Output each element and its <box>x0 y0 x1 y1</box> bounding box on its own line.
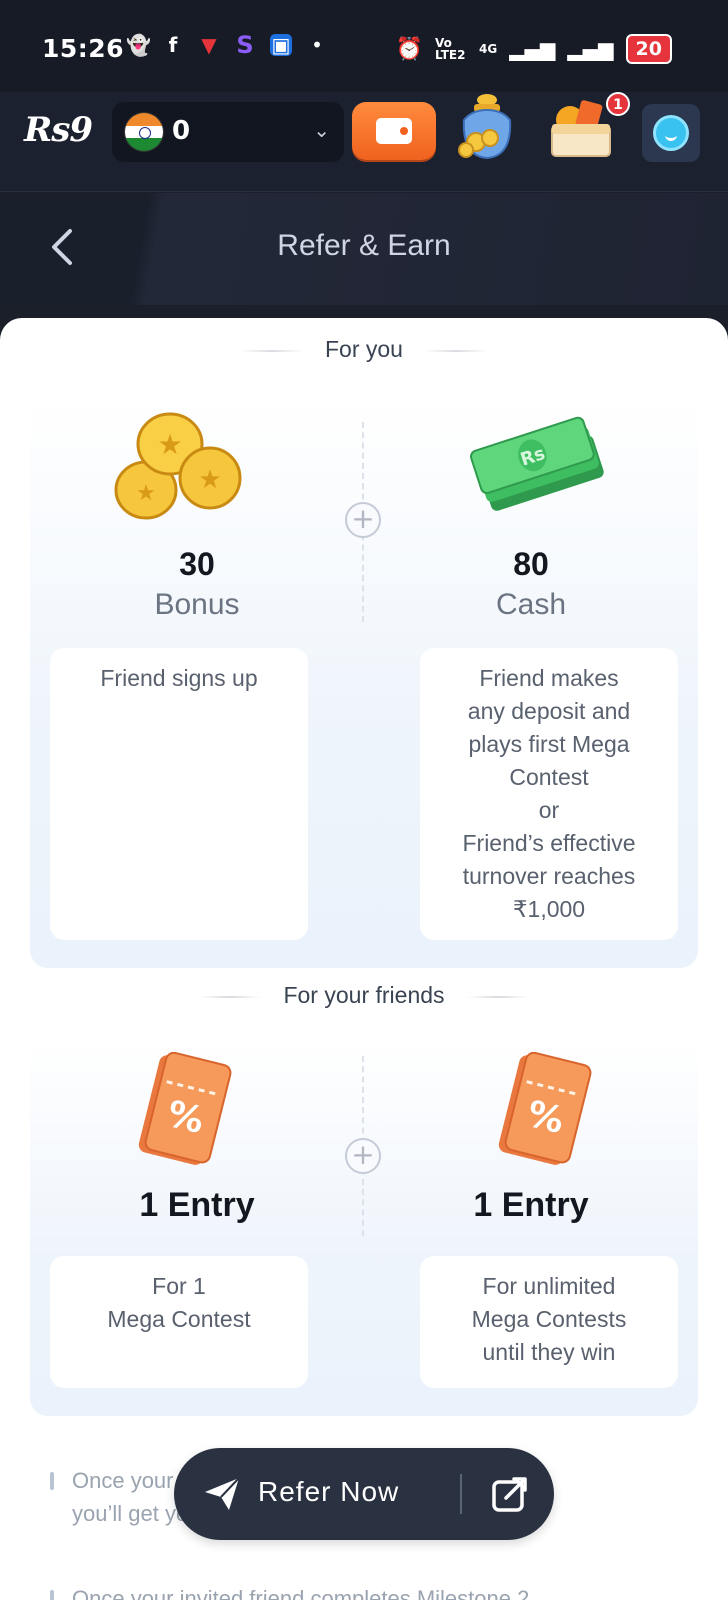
cash-condition-line: Friend’s effective <box>462 830 636 856</box>
volte-label: Vo LTE2 <box>435 36 466 62</box>
support-button[interactable] <box>642 104 700 162</box>
svg-text:★: ★ <box>157 428 182 461</box>
signal-icon-2: ▂▄▆ <box>567 37 614 61</box>
india-flag-icon <box>124 112 164 152</box>
battery-indicator: 20 <box>625 34 672 64</box>
notification-icons: 👻 f ▼ S ▣ • <box>126 31 328 59</box>
friend-right-condition-line: For unlimited <box>482 1273 616 1299</box>
bonus-condition-text: Friend signs up <box>100 665 258 691</box>
cash-condition-line: Contest <box>509 764 589 790</box>
friend-entry-right: 1 Entry <box>473 1186 589 1224</box>
for-you-panel: ★ ★ ★ Rs + 30 Bonus 80 Cash Friend signs… <box>30 398 698 968</box>
s-app-icon: S <box>236 31 254 59</box>
app-logo: Rs9 <box>24 110 93 150</box>
network-label: 4G <box>479 42 498 56</box>
friend-right-condition-line: Mega Contests <box>471 1306 627 1332</box>
cash-condition-line: Friend makes <box>479 665 619 691</box>
bonus-amount: 30 <box>179 546 215 582</box>
cash-condition-line: ₹1,000 <box>512 896 586 922</box>
cash-condition-line: turnover reaches <box>462 863 636 889</box>
for-friends-heading: For your friends <box>0 982 728 1009</box>
cash-condition-card: Friend makes any deposit and plays first… <box>420 648 678 940</box>
button-separator <box>460 1474 462 1514</box>
balance-value: 0 <box>172 116 191 146</box>
plus-icon: + <box>345 1138 381 1174</box>
cash-condition-line: or <box>538 797 560 823</box>
ticket-icon: % <box>138 1052 232 1165</box>
friend-right-condition-line: until they win <box>482 1339 616 1365</box>
plus-icon: + <box>345 502 381 538</box>
svg-text:★: ★ <box>136 481 156 506</box>
gold-coins-icon: ★ ★ ★ <box>114 412 242 520</box>
cash-stack-icon: Rs <box>470 416 604 511</box>
share-icon[interactable] <box>490 1474 530 1514</box>
friend-left-condition-line: Mega Contest <box>107 1306 251 1332</box>
friend-right-condition-card: For unlimited Mega Contests until they w… <box>420 1256 678 1388</box>
friend-left-condition-line: For 1 <box>152 1273 206 1299</box>
info-bullet-line: Once your invited friend completes Miles… <box>72 1586 536 1600</box>
country-balance-selector[interactable]: 0 ⌄ <box>112 102 344 162</box>
app-notification-icon: ▣ <box>270 33 292 57</box>
paper-plane-icon <box>205 1477 240 1510</box>
notification-badge: 1 <box>606 92 630 116</box>
cash-label: Cash <box>495 588 567 621</box>
friend-entry-left: 1 Entry <box>139 1186 255 1224</box>
refer-now-label: Refer Now <box>258 1476 400 1507</box>
friend-left-condition-card: For 1 Mega Contest <box>50 1256 308 1388</box>
app-header: Rs9 0 ⌄ 1 <box>0 92 728 192</box>
page-nav: Refer & Earn <box>0 193 728 305</box>
for-friends-panel: % % + 1 Entry 1 Entry For 1 Mega Contest… <box>30 1038 698 1416</box>
system-icons: ⏰ Vo LTE2 4G ▂▄▆ ▂▄▆ 20 <box>396 34 672 64</box>
cash-condition-line: plays first Mega <box>468 731 630 757</box>
more-dot-icon: • <box>311 33 323 57</box>
status-time: 15:26 <box>42 34 125 63</box>
bonus-condition-card: Friend signs up <box>50 648 308 940</box>
bonus-label: Bonus <box>154 588 240 621</box>
wallet-button[interactable] <box>352 102 436 160</box>
facebook-icon: f <box>168 33 178 57</box>
alarm-icon: ⏰ <box>395 36 424 62</box>
chevron-down-icon: ⌄ <box>313 118 330 142</box>
wallet-icon <box>376 118 412 144</box>
for-you-heading-text: For you <box>325 336 403 362</box>
status-bar: 15:26 👻 f ▼ S ▣ • ⏰ Vo LTE2 4G ▂▄▆ ▂▄▆ 2… <box>0 0 728 92</box>
for-friends-heading-text: For your friends <box>283 982 445 1008</box>
signal-icon: ▂▄▆ <box>509 37 556 61</box>
support-agent-icon <box>653 115 689 151</box>
cash-amount: 80 <box>513 546 549 582</box>
gift-box-icon[interactable] <box>548 98 614 160</box>
ticket-icon: % <box>498 1052 592 1165</box>
cash-condition-line: any deposit and <box>467 698 631 724</box>
svg-text:★: ★ <box>198 465 221 495</box>
page-title: Refer & Earn <box>277 229 451 262</box>
refer-content: For you ★ ★ ★ Rs + 30 Bonus 80 Cash Frie… <box>0 318 728 1600</box>
treasure-pot-icon[interactable] <box>452 84 522 162</box>
for-you-heading: For you <box>0 336 728 363</box>
info-bullet: Once your invited friend completes Miles… <box>50 1582 670 1600</box>
snapchat-icon: 👻 <box>126 33 151 57</box>
vpn-icon: ▼ <box>201 33 217 57</box>
